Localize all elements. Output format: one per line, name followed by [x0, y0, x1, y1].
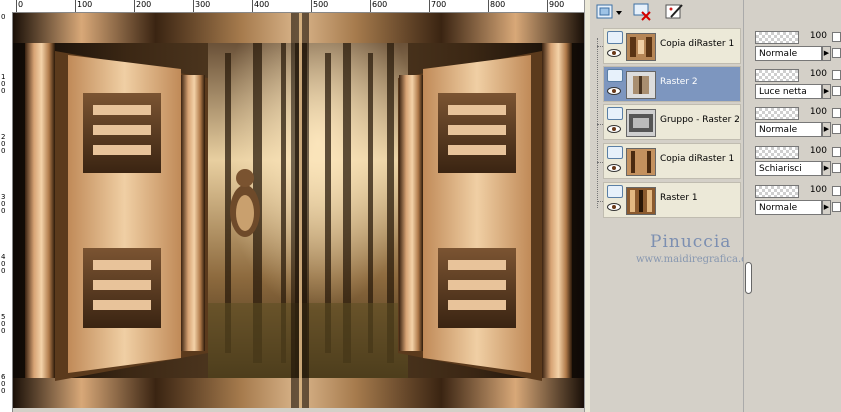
artwork-image	[13, 13, 584, 408]
ruler-label: 600	[1, 373, 6, 395]
layer-thumbnail	[626, 109, 656, 137]
ruler-label: 200	[136, 0, 152, 9]
layer-row[interactable]: Gruppo - Raster 2	[603, 104, 741, 140]
image-canvas[interactable]	[13, 13, 584, 408]
dropdown-arrow-icon[interactable]: ▶	[822, 84, 831, 99]
opacity-slider[interactable]	[755, 31, 799, 44]
ruler-label: 0	[1, 13, 6, 21]
lock-transparency-icon[interactable]	[832, 147, 841, 157]
layer-type-icon	[607, 146, 623, 159]
ruler-label: 700	[431, 0, 447, 9]
link-layer-icon[interactable]	[832, 86, 841, 96]
visibility-eye-icon[interactable]	[607, 125, 621, 133]
ruler-label: 100	[77, 0, 93, 9]
blend-mode-select[interactable]: Normale	[755, 200, 822, 215]
layer-edit-icon	[665, 4, 683, 19]
layer-properties-column: 100 Normale ▶ 100 Luce netta ▶ 100 Norma…	[753, 0, 841, 412]
ruler-label: 600	[372, 0, 388, 9]
visibility-eye-icon[interactable]	[607, 87, 621, 95]
opacity-slider[interactable]	[755, 146, 799, 159]
layer-type-icon	[607, 107, 623, 120]
layer-thumbnail	[626, 187, 656, 215]
layer-thumbnail	[626, 148, 656, 176]
visibility-eye-icon[interactable]	[607, 49, 621, 57]
layers-panel: Copia diRaster 1 Raster 2 Gruppo - Raste…	[590, 0, 750, 412]
dropdown-arrow-icon[interactable]: ▶	[822, 161, 831, 176]
layer-name: Raster 1	[660, 193, 698, 203]
ruler-label: 0	[18, 0, 24, 9]
blend-mode-select[interactable]: Normale	[755, 46, 822, 61]
ruler-label: 900	[549, 0, 565, 9]
visibility-eye-icon[interactable]	[607, 203, 621, 211]
layer-thumbnail	[626, 71, 656, 99]
ruler-label: 300	[195, 0, 211, 9]
blend-mode-select[interactable]: Luce netta	[755, 84, 822, 99]
layer-properties-row: 100 Schiarisci ▶	[753, 143, 841, 179]
lock-transparency-icon[interactable]	[832, 70, 841, 80]
layer-type-icon	[607, 69, 623, 82]
opacity-value: 100	[809, 69, 827, 79]
layer-tree-line	[597, 38, 598, 208]
visibility-eye-icon[interactable]	[607, 164, 621, 172]
lock-transparency-icon[interactable]	[832, 186, 841, 196]
dropdown-arrow-icon[interactable]: ▶	[822, 46, 831, 61]
new-raster-layer-icon	[596, 4, 622, 19]
vertical-ruler: 0 100 200 300 400 500 600	[0, 12, 13, 412]
dropdown-arrow-icon[interactable]: ▶	[822, 122, 831, 137]
lock-transparency-icon[interactable]	[832, 32, 841, 42]
layer-name: Copia diRaster 1	[660, 154, 735, 164]
layer-type-icon	[607, 185, 623, 198]
link-layer-icon[interactable]	[832, 48, 841, 58]
layer-properties-row: 100 Normale ▶	[753, 104, 841, 140]
ruler-label: 500	[1, 313, 6, 335]
layer-row-selected[interactable]: Raster 2	[603, 66, 741, 102]
ruler-label: 300	[1, 193, 6, 215]
delete-layer-button[interactable]	[632, 2, 654, 22]
opacity-slider[interactable]	[755, 107, 799, 120]
layer-properties-row: 100 Normale ▶	[753, 28, 841, 64]
link-layer-icon[interactable]	[832, 124, 841, 134]
ruler-label: 100	[1, 73, 6, 95]
layers-toolbar	[590, 0, 750, 26]
layer-properties-row: 100 Luce netta ▶	[753, 66, 841, 102]
right-door	[398, 43, 572, 381]
layer-row[interactable]: Raster 1	[603, 182, 741, 218]
layer-row[interactable]: Copia diRaster 1	[603, 28, 741, 64]
ruler-label: 200	[1, 133, 6, 155]
layer-name: Gruppo - Raster 2	[660, 115, 740, 125]
horizontal-ruler: 0 100 200 300 400 500 600 700 800 900	[12, 0, 588, 13]
opacity-value: 100	[809, 146, 827, 156]
ruler-label: 400	[254, 0, 270, 9]
ruler-label: 400	[1, 253, 6, 275]
left-door	[25, 43, 208, 381]
opacity-slider[interactable]	[755, 185, 799, 198]
layer-row[interactable]: Copia diRaster 1	[603, 143, 741, 179]
layer-type-icon	[607, 31, 623, 44]
layer-thumbnail	[626, 33, 656, 61]
opacity-value: 100	[809, 31, 827, 41]
splitter-handle[interactable]	[745, 262, 752, 294]
ruler-label: 500	[313, 0, 329, 9]
watermark-author: Pinuccia	[650, 232, 732, 252]
layer-name: Copia diRaster 1	[660, 39, 735, 49]
layer-properties-row: 100 Normale ▶	[753, 182, 841, 218]
delete-layer-icon	[633, 3, 651, 21]
layer-edit-button[interactable]	[664, 2, 686, 22]
opacity-value: 100	[809, 107, 827, 117]
dropdown-arrow-icon[interactable]: ▶	[822, 200, 831, 215]
opacity-slider[interactable]	[755, 69, 799, 82]
blend-mode-select[interactable]: Schiarisci	[755, 161, 822, 176]
ruler-label: 800	[490, 0, 506, 9]
blend-mode-select[interactable]: Normale	[755, 122, 822, 137]
lock-transparency-icon[interactable]	[832, 108, 841, 118]
layer-name: Raster 2	[660, 77, 698, 87]
link-layer-icon[interactable]	[832, 202, 841, 212]
opacity-value: 100	[809, 185, 827, 195]
watermark-site: www.maidiregrafica.eu	[636, 254, 754, 265]
link-layer-icon[interactable]	[832, 163, 841, 173]
new-layer-button[interactable]	[594, 2, 624, 22]
